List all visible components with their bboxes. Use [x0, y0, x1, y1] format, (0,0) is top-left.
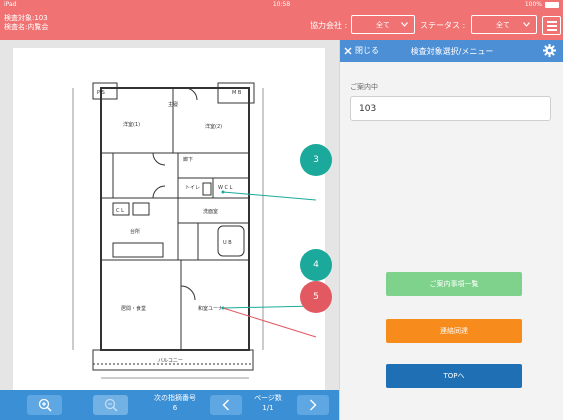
guidance-list-button[interactable]: ご案内事項一覧 [386, 272, 522, 296]
room-label-bedroom2: 洋室(2) [205, 123, 222, 130]
hamburger-icon [546, 20, 557, 23]
gear-icon[interactable] [543, 44, 556, 57]
leader-line-5 [222, 307, 317, 338]
room-label-toilet: トイレ [185, 185, 200, 191]
contact-button[interactable]: 連絡同達 [386, 319, 522, 343]
pin-dot-3 [221, 190, 225, 194]
top-button[interactable]: TOPへ [386, 364, 522, 388]
battery-indicator: 100% [525, 1, 559, 8]
page-count: ページ数 1/1 [243, 393, 293, 413]
zoom-in-button[interactable] [27, 395, 62, 415]
room-label-bath: U B [223, 240, 232, 246]
panel-header: 閉じる 検査対象選択/メニュー [340, 40, 563, 62]
bottom-toolbar: 次の指摘番号 6 ページ数 1/1 [0, 390, 339, 420]
floor-plan: 洋室(1) 洋室(2) 主寝 廊下 トイレ W C L 台所 洗面室 U B 居… [72, 82, 317, 379]
next-finding-label: 次の指摘番号 [154, 394, 196, 402]
guide-label: ご案内中 [350, 83, 378, 91]
side-panel: 閉じる 検査対象選択/メニュー ご案内中 ご案内事項一覧 連絡同達 TOPへ [339, 40, 563, 420]
partner-select-value: 全て [376, 20, 390, 29]
next-page-button[interactable] [297, 395, 329, 415]
battery-percent: 100% [524, 1, 542, 8]
status-select-value: 全て [496, 20, 510, 29]
partner-label: 協力会社 : [310, 21, 348, 30]
inspection-name: 検査名:内覧会 [4, 23, 49, 31]
clock: 10:58 [272, 1, 291, 8]
room-label-hall: 廊下 [183, 156, 193, 163]
room-label-ps: P S [97, 90, 105, 96]
menu-button[interactable] [542, 16, 561, 35]
floor-plan-sheet[interactable]: 洋室(1) 洋室(2) 主寝 廊下 トイレ W C L 台所 洗面室 U B 居… [13, 48, 325, 390]
inspection-info: 検査対象:103 検査名:内覧会 [4, 14, 48, 32]
partner-select[interactable]: 全て [351, 15, 415, 34]
room-label-kitchen: 台所 [130, 228, 140, 235]
panel-title: 検査対象選択/メニュー [410, 47, 494, 56]
zoom-out-button[interactable] [93, 395, 128, 415]
status-label: ステータス : [420, 21, 466, 30]
chevron-down-icon [401, 22, 408, 27]
marker-number: 3 [313, 155, 319, 165]
room-label-balcony: バルコニー [158, 358, 183, 364]
room-label-wcl: W C L [218, 185, 233, 191]
room-label-bedroom1: 洋室(1) [123, 121, 140, 128]
chevron-down-icon [523, 22, 530, 27]
hamburger-icon-line [546, 24, 557, 27]
next-finding-number: 次の指摘番号 6 [143, 393, 207, 413]
battery-icon [545, 1, 559, 8]
hamburger-icon-line [546, 28, 557, 31]
zoom-in-icon [38, 398, 52, 412]
prev-page-button[interactable] [210, 395, 242, 415]
guide-target-field[interactable] [350, 96, 551, 121]
marker-5[interactable]: 5 [300, 281, 332, 313]
room-label-japanese: 和室ユーナ [198, 305, 223, 312]
status-select[interactable]: 全て [471, 15, 537, 34]
marker-number: 5 [313, 292, 319, 302]
app-header: 検査対象:103 検査名:内覧会 協力会社 : 全て ステータス : 全て [0, 10, 563, 40]
room-label-living: 居間・食堂 [121, 305, 146, 312]
inspection-target: 検査対象:103 [4, 14, 48, 22]
chevron-left-icon [222, 399, 229, 411]
room-label-mb: M B [232, 90, 242, 96]
chevron-right-icon [310, 399, 317, 411]
next-finding-value: 6 [172, 404, 178, 412]
room-label-storage: 主寝 [168, 101, 178, 108]
marker-3[interactable]: 3 [300, 144, 332, 176]
drawing-area[interactable]: 洋室(1) 洋室(2) 主寝 廊下 トイレ W C L 台所 洗面室 U B 居… [0, 40, 339, 390]
zoom-out-icon [104, 398, 118, 412]
room-label-cl: C L [116, 208, 124, 214]
page-count-value: 1/1 [262, 404, 274, 412]
status-bar: iPad 10:58 100% [0, 0, 563, 10]
marker-4[interactable]: 4 [300, 249, 332, 281]
marker-number: 4 [313, 260, 319, 270]
page-count-label: ページ数 [254, 394, 282, 402]
leader-line-3 [222, 191, 317, 201]
room-label-washroom: 洗面室 [203, 208, 218, 215]
